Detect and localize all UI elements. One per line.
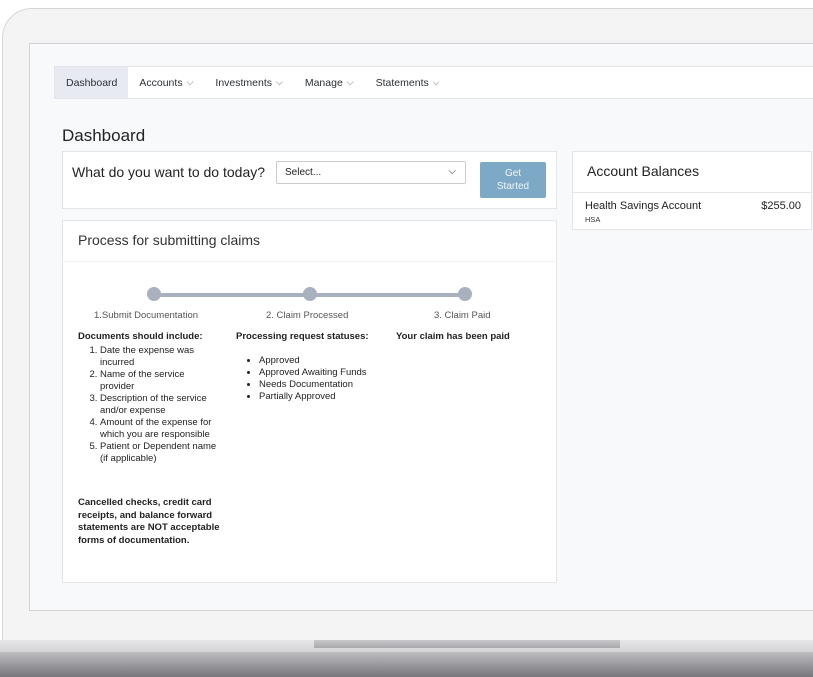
get-started-label-line2: Started <box>496 181 530 192</box>
nav-investments-label: Investments <box>215 76 273 89</box>
nav-statements-label: Statements <box>375 76 429 89</box>
list-item: Description of the service and/or expens… <box>100 393 220 417</box>
chevron-down-icon: ⌵ <box>448 166 456 177</box>
step-1-dot <box>147 287 161 301</box>
step-1-label: 1.Submit Documentation <box>94 310 199 321</box>
step-2-dot <box>303 287 317 301</box>
get-started-button[interactable]: Get Started <box>480 162 546 198</box>
list-item: Needs Documentation <box>259 379 367 391</box>
list-item: Date the expense was incurred <box>100 345 220 369</box>
documentation-note: Cancelled checks, credit card receipts, … <box>78 497 220 546</box>
app-screen: Dashboard Accounts ⌵ Investments ⌵ Manag… <box>29 43 813 611</box>
account-balances-card: Account Balances Health Savings Account … <box>572 151 812 230</box>
statuses-heading: Processing request statuses: <box>236 331 369 342</box>
nav-manage[interactable]: Manage ⌵ <box>294 67 365 98</box>
statuses-list: Approved Approved Awaiting Funds Needs D… <box>245 355 367 403</box>
claims-title: Process for submitting claims <box>78 232 261 248</box>
list-item: Amount of the expense for which you are … <box>100 417 220 441</box>
account-name-link[interactable]: Health Savings Account <box>585 200 701 212</box>
todo-card: What do you want to do today? Select... … <box>62 151 557 209</box>
account-balances-header: Account Balances <box>573 152 811 193</box>
list-item: Approved <box>259 355 367 367</box>
documents-heading: Documents should include: <box>78 331 203 342</box>
nav-dashboard-label: Dashboard <box>66 76 118 89</box>
chevron-down-icon: ⌵ <box>346 77 354 87</box>
laptop-base <box>0 652 813 677</box>
paid-heading: Your claim has been paid <box>396 331 510 342</box>
laptop-bezel: Dashboard Accounts ⌵ Investments ⌵ Manag… <box>2 8 813 648</box>
nav-dashboard[interactable]: Dashboard <box>55 67 129 98</box>
chevron-down-icon: ⌵ <box>276 77 283 87</box>
get-started-label-line1: Get <box>504 168 522 179</box>
list-item: Name of the service provider <box>100 369 220 393</box>
account-balance-amount: $255.00 <box>761 200 801 212</box>
step-3-dot <box>458 287 472 301</box>
action-select[interactable]: Select... ⌵ <box>276 161 466 184</box>
laptop-hinge <box>314 640 620 648</box>
nav-statements[interactable]: Statements ⌵ <box>365 67 451 98</box>
account-type: HSA <box>585 215 601 224</box>
list-item: Patient or Dependent name (if applicable… <box>100 441 220 465</box>
claims-process-card: Process for submitting claims 1.Submit D… <box>62 220 557 583</box>
nav-accounts[interactable]: Accounts ⌵ <box>128 67 204 98</box>
action-select-value: Select... <box>285 167 322 178</box>
chevron-down-icon: ⌵ <box>432 77 440 87</box>
chevron-down-icon: ⌵ <box>186 77 194 87</box>
top-navigation: Dashboard Accounts ⌵ Investments ⌵ Manag… <box>54 66 813 99</box>
todo-question: What do you want to do today? <box>72 164 266 180</box>
claims-header: Process for submitting claims <box>63 221 556 262</box>
step-2-label: 2. Claim Processed <box>266 310 349 321</box>
nav-manage-label: Manage <box>304 76 343 89</box>
list-item: Approved Awaiting Funds <box>259 367 367 379</box>
step-3-label: 3. Claim Paid <box>434 310 491 321</box>
page-title: Dashboard <box>62 126 146 145</box>
nav-investments[interactable]: Investments ⌵ <box>204 67 293 98</box>
list-item: Partially Approved <box>259 391 367 403</box>
account-balances-title: Account Balances <box>587 163 700 179</box>
documents-list: Date the expense was incurred Name of th… <box>78 345 220 465</box>
nav-accounts-label: Accounts <box>139 76 183 89</box>
